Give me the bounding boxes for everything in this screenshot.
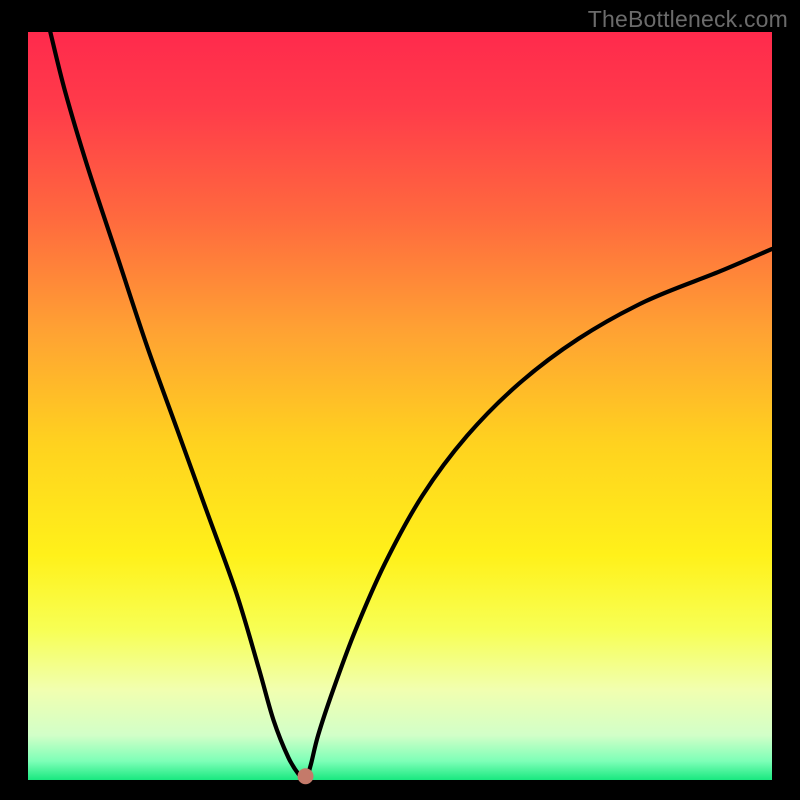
plot-area <box>28 32 772 780</box>
bottleneck-chart <box>0 0 800 800</box>
chart-frame: TheBottleneck.com <box>0 0 800 800</box>
watermark-label: TheBottleneck.com <box>588 6 788 33</box>
optimal-point-marker <box>298 768 314 784</box>
